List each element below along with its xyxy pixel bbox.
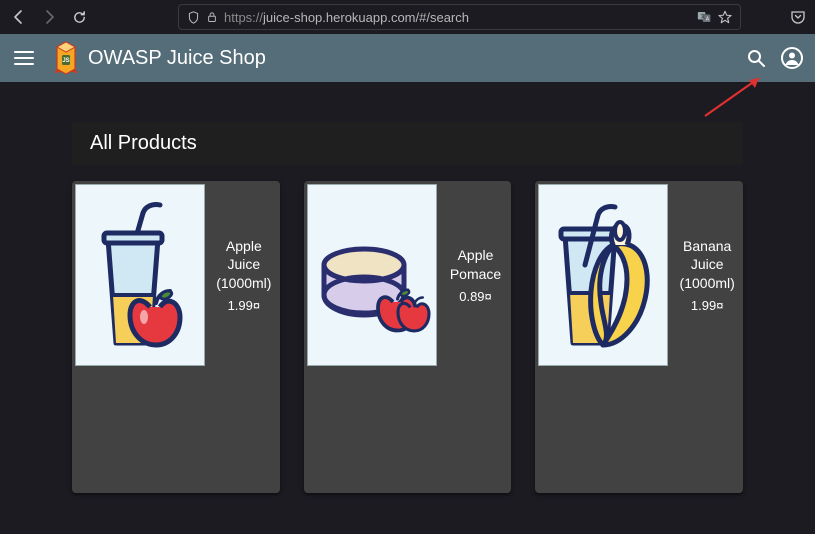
url-text: https://juice-shop.herokuapp.com/#/searc… bbox=[224, 10, 691, 25]
account-icon[interactable] bbox=[781, 47, 803, 69]
product-price: 0.89¤ bbox=[459, 289, 492, 304]
section-title: All Products bbox=[72, 122, 743, 165]
address-bar[interactable]: https://juice-shop.herokuapp.com/#/searc… bbox=[178, 4, 741, 30]
app-logo-icon: JS bbox=[52, 42, 80, 74]
product-image bbox=[307, 184, 437, 366]
browser-toolbar: https://juice-shop.herokuapp.com/#/searc… bbox=[0, 0, 815, 34]
translate-icon[interactable]: 文A bbox=[697, 10, 712, 24]
shield-icon bbox=[187, 11, 200, 24]
svg-text:JS: JS bbox=[62, 58, 69, 64]
back-button[interactable] bbox=[8, 6, 30, 28]
forward-button[interactable] bbox=[38, 6, 60, 28]
main-content: All Products bbox=[0, 82, 815, 493]
product-name: Apple Juice (1000ml) bbox=[212, 237, 276, 292]
browser-right-icons bbox=[789, 8, 807, 26]
product-price: 1.99¤ bbox=[228, 298, 261, 313]
product-name: Banana Juice (1000ml) bbox=[675, 237, 739, 292]
search-icon[interactable] bbox=[745, 47, 767, 69]
header-right bbox=[745, 47, 803, 69]
bookmark-star-icon[interactable] bbox=[718, 10, 732, 24]
product-name: Apple Pomace bbox=[444, 246, 508, 282]
product-image bbox=[75, 184, 205, 366]
app-title: OWASP Juice Shop bbox=[88, 47, 266, 70]
refresh-button[interactable] bbox=[68, 6, 90, 28]
menu-button[interactable] bbox=[12, 46, 36, 70]
app-header: JS OWASP Juice Shop bbox=[0, 34, 815, 82]
product-card[interactable]: Apple Pomace 0.89¤ bbox=[304, 181, 512, 493]
product-price: 1.99¤ bbox=[691, 298, 724, 313]
pocket-icon[interactable] bbox=[789, 8, 807, 26]
product-card[interactable]: Banana Juice (1000ml) 1.99¤ bbox=[535, 181, 743, 493]
product-image bbox=[538, 184, 668, 366]
product-card[interactable]: Apple Juice (1000ml) 1.99¤ bbox=[72, 181, 280, 493]
product-grid: Apple Juice (1000ml) 1.99¤ bbox=[0, 181, 815, 493]
lock-icon bbox=[206, 11, 218, 23]
svg-text:文: 文 bbox=[700, 13, 705, 20]
